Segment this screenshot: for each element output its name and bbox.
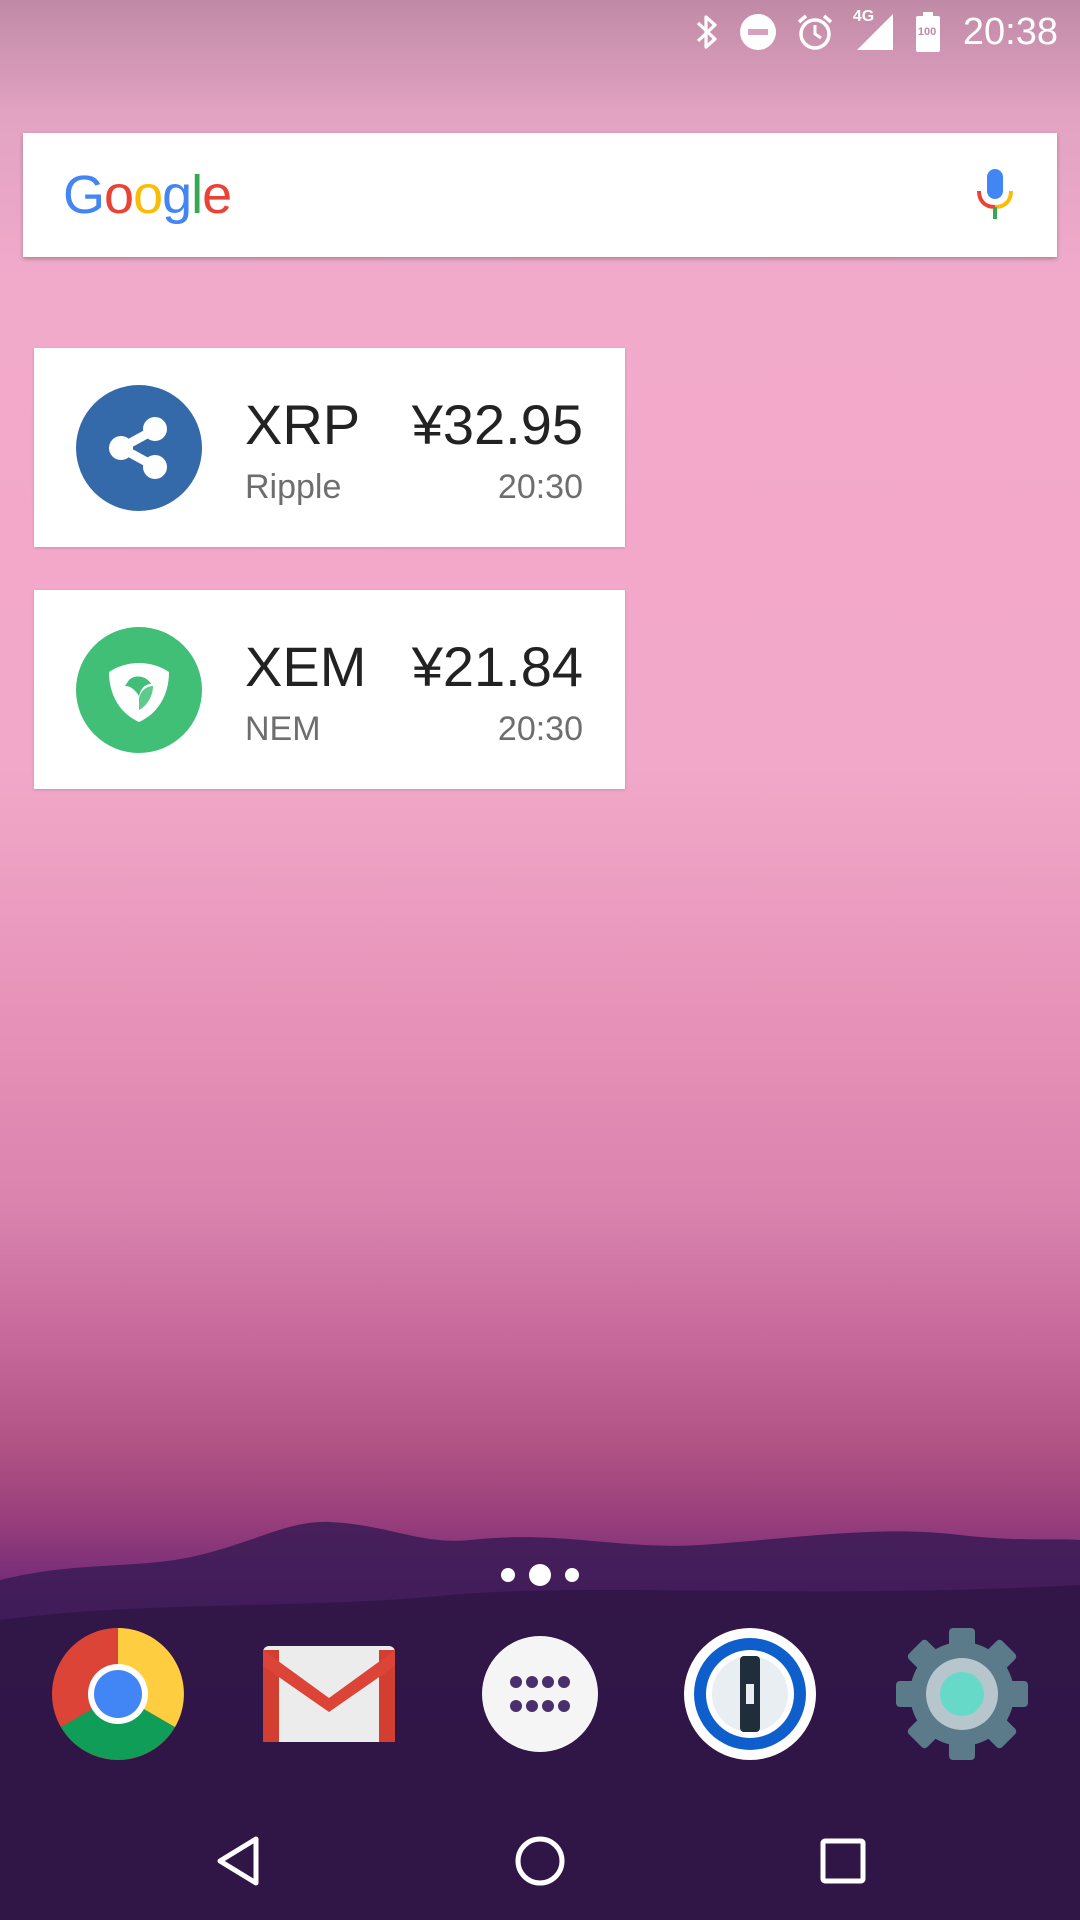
signal-icon: 4G: [853, 8, 897, 52]
coin-name: Ripple: [245, 468, 342, 506]
crypto-widget-xem[interactable]: XEM NEM ¥21.84 20:30: [34, 590, 625, 789]
google-logo-letter: e: [202, 165, 232, 225]
google-logo: Google: [63, 164, 232, 226]
price-updated-time: 20:30: [497, 468, 583, 506]
google-logo-letter: o: [133, 165, 163, 225]
do-not-disturb-icon: [739, 14, 776, 50]
page-indicator: [0, 1564, 1080, 1586]
status-clock: 20:38: [962, 10, 1058, 53]
nem-logo-icon: [76, 627, 202, 753]
recents-icon[interactable]: [808, 1826, 878, 1896]
price-updated-time: 20:30: [497, 710, 583, 748]
coin-symbol: XEM: [245, 635, 367, 698]
alarm-icon: [797, 14, 833, 50]
google-search-bar[interactable]: Google: [23, 133, 1057, 257]
coin-price: ¥32.95: [411, 393, 583, 456]
google-logo-letter: G: [63, 165, 105, 225]
page-dot[interactable]: [565, 1568, 579, 1582]
coin-name: NEM: [245, 710, 321, 748]
crypto-widget-xrp[interactable]: XRP Ripple ¥32.95 20:30: [34, 348, 625, 547]
status-bar: 4G 100 20:38: [0, 0, 1080, 64]
bluetooth-icon: [696, 15, 717, 49]
coin-price: ¥21.84: [411, 635, 583, 698]
battery-icon: 100: [915, 12, 941, 52]
google-logo-letter: g: [162, 165, 192, 225]
google-logo-letter: l: [191, 165, 203, 225]
back-icon[interactable]: [203, 1826, 273, 1896]
gmail-icon[interactable]: [261, 1626, 397, 1762]
ripple-logo-icon: [76, 385, 202, 511]
settings-icon[interactable]: [894, 1626, 1030, 1762]
battery-level-label: 100: [917, 26, 937, 38]
page-dot-active[interactable]: [529, 1564, 551, 1586]
page-dot[interactable]: [501, 1568, 515, 1582]
home-icon[interactable]: [505, 1826, 575, 1896]
coin-symbol: XRP: [245, 393, 361, 456]
google-logo-letter: o: [104, 165, 134, 225]
1password-icon[interactable]: [682, 1626, 818, 1762]
chrome-icon[interactable]: [50, 1626, 186, 1762]
mic-icon[interactable]: [973, 167, 1017, 223]
app-drawer-icon[interactable]: [472, 1626, 608, 1762]
